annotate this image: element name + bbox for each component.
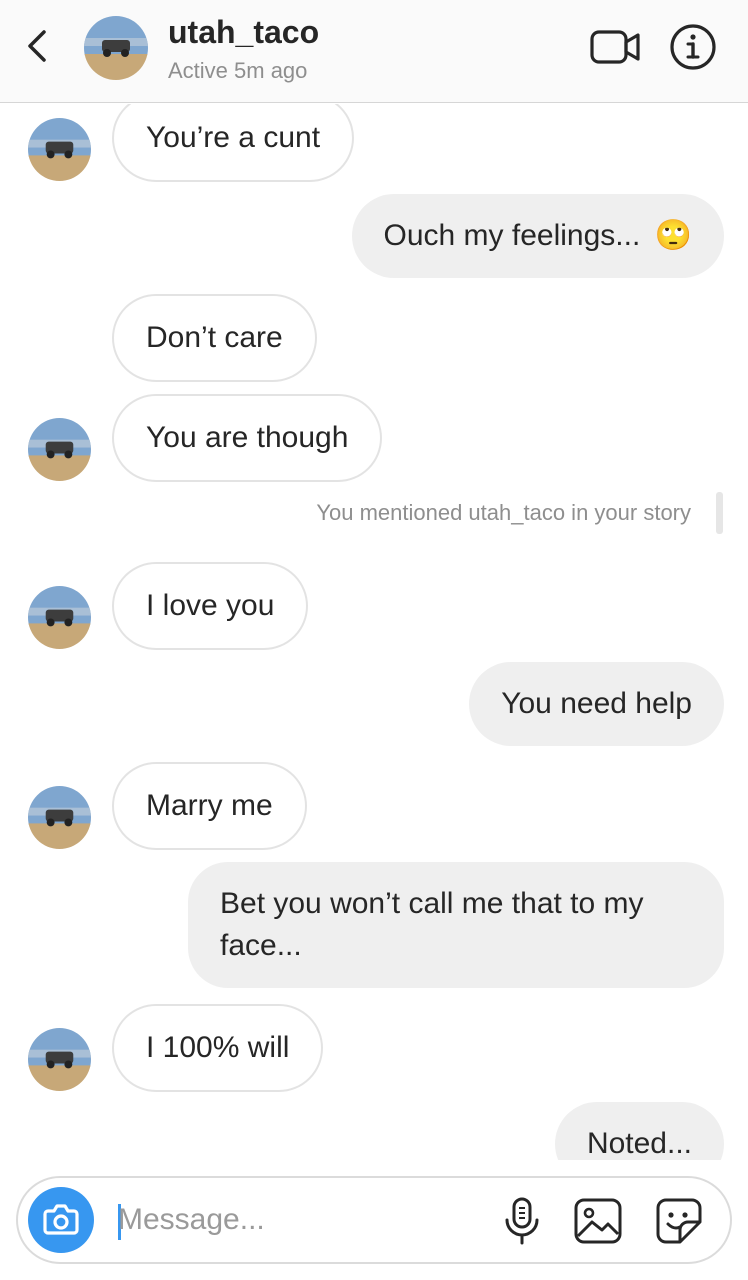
message-bubble-outgoing[interactable]: Noted...	[554, 1102, 724, 1160]
message-text-line: Bet you won’t call me that to my	[220, 887, 644, 920]
sender-avatar	[28, 418, 91, 481]
gallery-button[interactable]	[572, 1196, 624, 1246]
message-bubble-incoming[interactable]: I love you	[112, 562, 309, 650]
video-call-button[interactable]	[588, 26, 642, 68]
camera-icon	[43, 1204, 79, 1235]
message-composer	[16, 1176, 732, 1264]
sticker-button[interactable]	[652, 1196, 704, 1246]
active-status: Active 5m ago	[168, 58, 308, 83]
info-button[interactable]	[668, 22, 718, 72]
message-bubble-incoming[interactable]: I 100% will	[112, 1004, 324, 1092]
info-icon	[670, 24, 716, 70]
sender-avatar	[28, 586, 91, 649]
message-bubble-incoming[interactable]: Marry me	[112, 762, 307, 850]
contact-avatar[interactable]	[84, 16, 148, 80]
sender-avatar	[28, 118, 91, 181]
sticker-icon	[656, 1198, 702, 1244]
message-text-line: face...	[220, 929, 302, 962]
story-mention-indicator	[716, 492, 723, 534]
voice-message-button[interactable]	[502, 1196, 542, 1246]
contact-username[interactable]: utah_taco	[168, 14, 319, 51]
message-text: Ouch my feelings...	[383, 219, 641, 252]
message-bubble-outgoing[interactable]: Bet you won’t call me that to my face...	[188, 862, 724, 988]
message-input[interactable]	[118, 1192, 488, 1248]
message-bubble-incoming[interactable]: You’re a cunt	[112, 104, 355, 182]
back-chevron-icon	[28, 30, 46, 62]
message-bubble-outgoing[interactable]: Ouch my feelings... 🙄	[351, 194, 724, 278]
message-bubble-incoming[interactable]: You are though	[112, 394, 383, 482]
chat-header: utah_taco Active 5m ago	[0, 0, 748, 103]
sender-avatar	[28, 786, 91, 849]
gallery-icon	[574, 1198, 622, 1244]
back-button[interactable]	[20, 24, 56, 68]
message-bubble-incoming[interactable]: Don’t care	[112, 294, 317, 382]
message-thread[interactable]: You’re a cunt Ouch my feelings... 🙄 Don’…	[0, 104, 748, 1160]
eye-roll-emoji: 🙄	[654, 218, 692, 253]
message-bubble-outgoing[interactable]: You need help	[469, 662, 724, 746]
story-mention-notice: You mentioned utah_taco in your story	[316, 500, 691, 525]
camera-button[interactable]	[28, 1187, 94, 1253]
microphone-icon	[505, 1197, 539, 1245]
sender-avatar	[28, 1028, 91, 1091]
video-call-icon	[590, 30, 640, 64]
